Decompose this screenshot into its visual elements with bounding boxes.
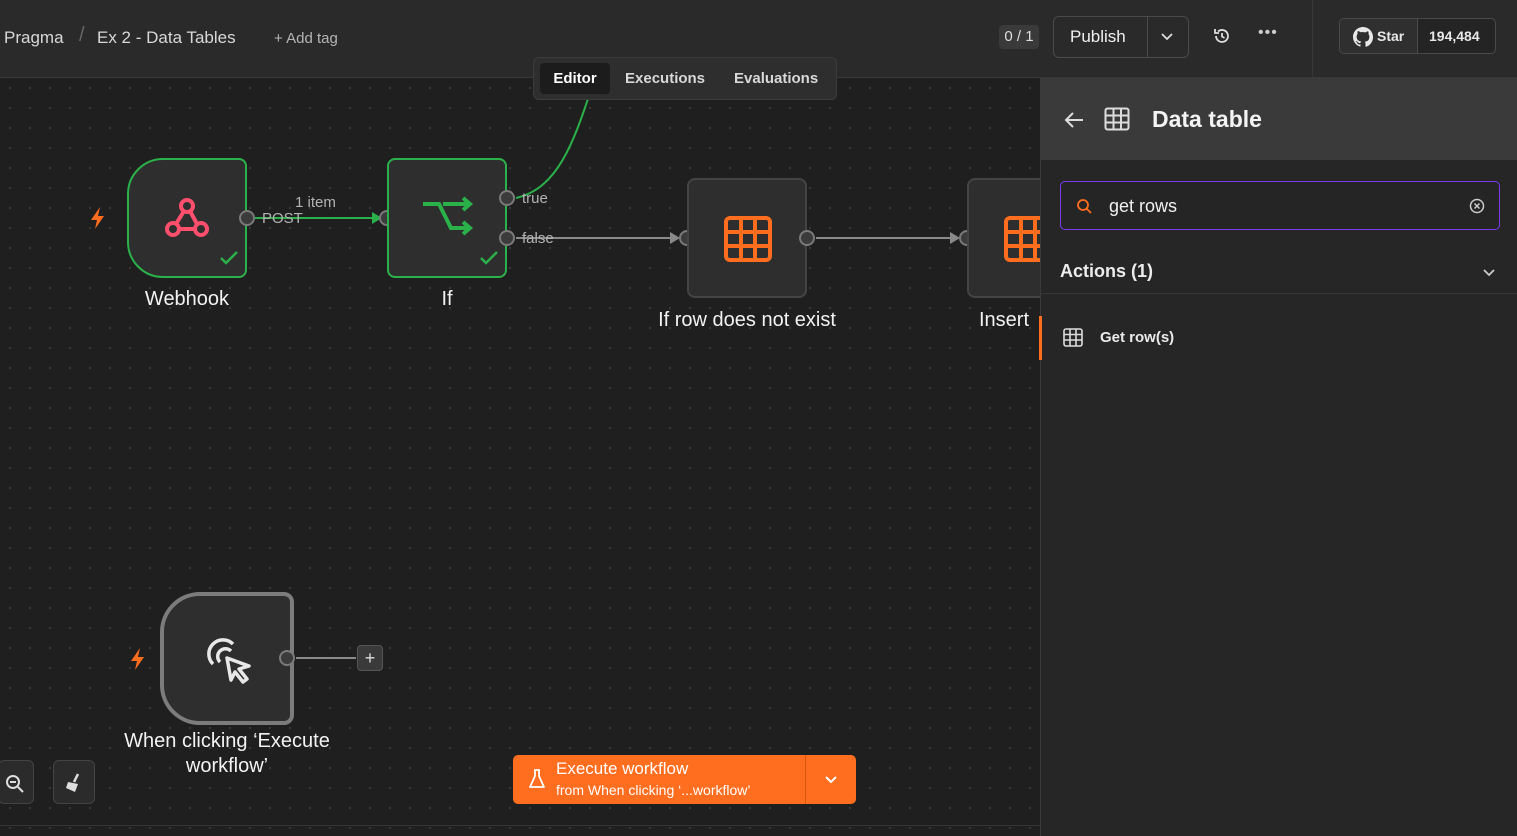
search-box xyxy=(1060,181,1500,230)
if-branch-icon xyxy=(423,196,474,236)
workflow-name[interactable]: Ex 2 - Data Tables xyxy=(97,28,236,48)
view-tabs: Editor Executions Evaluations xyxy=(533,57,837,100)
breadcrumb-separator: / xyxy=(79,24,85,46)
trigger-bolt-icon xyxy=(131,648,144,670)
tab-executions[interactable]: Executions xyxy=(625,63,705,94)
add-node-button[interactable]: + xyxy=(357,645,383,671)
node-label-if-row: If row does not exist xyxy=(658,309,836,331)
more-options-icon[interactable]: ••• xyxy=(1258,24,1278,42)
node-manual-trigger[interactable] xyxy=(160,592,294,725)
zoom-out-icon xyxy=(6,775,24,793)
active-indicator xyxy=(1039,316,1042,360)
search-input[interactable] xyxy=(1107,191,1451,221)
chevron-down-icon[interactable] xyxy=(1158,27,1176,45)
table-icon xyxy=(1004,216,1040,262)
publish-button-group: Publish xyxy=(1053,16,1189,58)
trigger-bolt-icon xyxy=(91,207,104,229)
search-icon xyxy=(1077,199,1092,214)
node-label-insert: Insert xyxy=(979,309,1030,331)
node-creator-panel: Data table Actions (1) Get row(s) xyxy=(1039,78,1517,836)
actions-section-header[interactable]: Actions (1) xyxy=(1060,261,1153,282)
table-icon xyxy=(1104,107,1130,131)
output-port[interactable] xyxy=(239,210,255,226)
output-port-true[interactable] xyxy=(499,190,515,206)
production-checklist-counter[interactable]: 0 / 1 xyxy=(999,25,1039,49)
output-port-false[interactable] xyxy=(499,230,515,246)
clear-search-icon[interactable] xyxy=(1469,198,1485,214)
tidy-up-button[interactable] xyxy=(53,760,95,804)
action-item-label: Get row(s) xyxy=(1100,329,1175,346)
node-label-webhook: Webhook xyxy=(144,288,230,310)
edge-true-label: true xyxy=(522,190,548,207)
edge-item-count: 1 item xyxy=(295,194,336,211)
github-icon xyxy=(1353,27,1373,47)
panel-title: Data table xyxy=(1152,106,1262,132)
section-divider xyxy=(1041,293,1517,294)
table-icon xyxy=(724,216,772,262)
node-label-if: If xyxy=(441,288,453,310)
breadcrumb-project[interactable]: Pragma xyxy=(4,28,64,48)
flask-icon xyxy=(529,769,545,788)
github-star-button[interactable]: Star 194,484 xyxy=(1339,18,1496,54)
output-port[interactable] xyxy=(279,650,295,666)
github-star-count: 194,484 xyxy=(1429,28,1480,44)
tab-editor[interactable]: Editor xyxy=(540,63,610,94)
action-item-get-rows[interactable]: Get row(s) xyxy=(1039,316,1517,360)
success-check-icon xyxy=(480,251,498,265)
chevron-down-icon[interactable] xyxy=(1481,264,1497,280)
chevron-down-icon[interactable] xyxy=(823,771,839,787)
node-insert[interactable] xyxy=(967,178,1040,298)
node-if[interactable] xyxy=(387,158,507,278)
execute-workflow-button[interactable]: Execute workflow from When clicking ‘...… xyxy=(513,755,856,804)
back-arrow-icon[interactable] xyxy=(1063,110,1085,130)
canvas-bottom-border xyxy=(0,825,1040,826)
github-star[interactable]: Star xyxy=(1340,19,1418,53)
publish-divider xyxy=(1147,17,1148,57)
table-icon xyxy=(1063,328,1083,347)
github-star-label: Star xyxy=(1377,28,1405,44)
zoom-out-button[interactable] xyxy=(0,760,34,804)
history-icon[interactable] xyxy=(1212,26,1232,46)
publish-button[interactable]: Publish xyxy=(1070,27,1126,47)
tab-evaluations[interactable]: Evaluations xyxy=(734,63,818,94)
execute-workflow-sub: from When clicking ‘...workflow’ xyxy=(556,782,751,798)
execute-workflow-label: Execute workflow xyxy=(556,759,689,778)
broom-icon xyxy=(66,773,80,792)
edge-false-label: false xyxy=(522,230,554,247)
output-port[interactable] xyxy=(799,230,815,246)
cursor-click-icon xyxy=(207,638,251,684)
workflow-canvas[interactable]: 1 item POST Webhook true false If If row… xyxy=(0,78,1040,836)
node-webhook[interactable] xyxy=(127,158,247,278)
add-tag-button[interactable]: + Add tag xyxy=(274,30,338,47)
edge-method-label: POST xyxy=(262,210,303,227)
webhook-icon xyxy=(165,198,209,237)
node-label-manual: When clicking ‘Execute workflow’ xyxy=(124,730,330,777)
node-if-row-not-exist[interactable] xyxy=(687,178,807,298)
success-check-icon xyxy=(220,251,238,265)
top-divider xyxy=(1312,0,1313,77)
execute-divider xyxy=(805,755,806,804)
panel-header: Data table xyxy=(1041,78,1517,160)
